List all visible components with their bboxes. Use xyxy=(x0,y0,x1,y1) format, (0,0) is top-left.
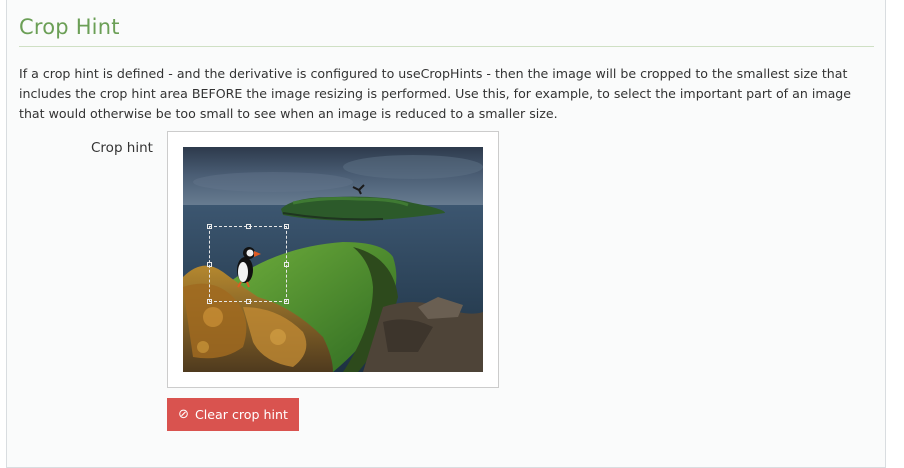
crop-handle-s[interactable] xyxy=(246,299,251,304)
crop-handle-ne[interactable] xyxy=(284,224,289,229)
crop-hint-selection[interactable] xyxy=(207,224,289,304)
crop-handle-n[interactable] xyxy=(246,224,251,229)
image-frame xyxy=(167,131,499,388)
crop-hint-image[interactable] xyxy=(183,147,483,372)
clear-crop-hint-label: Clear crop hint xyxy=(195,407,288,422)
crop-handle-e[interactable] xyxy=(284,262,289,267)
crop-hint-label: Crop hint xyxy=(91,140,153,156)
title-divider xyxy=(19,46,874,47)
crop-handle-se[interactable] xyxy=(284,299,289,304)
crop-handle-sw[interactable] xyxy=(207,299,212,304)
crop-handle-w[interactable] xyxy=(207,262,212,267)
section-title: Crop Hint xyxy=(19,15,120,39)
section-description: If a crop hint is defined - and the deri… xyxy=(19,66,852,121)
ban-icon: ⊘ xyxy=(178,407,190,422)
crop-handle-nw[interactable] xyxy=(207,224,212,229)
clear-crop-hint-button[interactable]: ⊘ Clear crop hint xyxy=(167,398,299,431)
